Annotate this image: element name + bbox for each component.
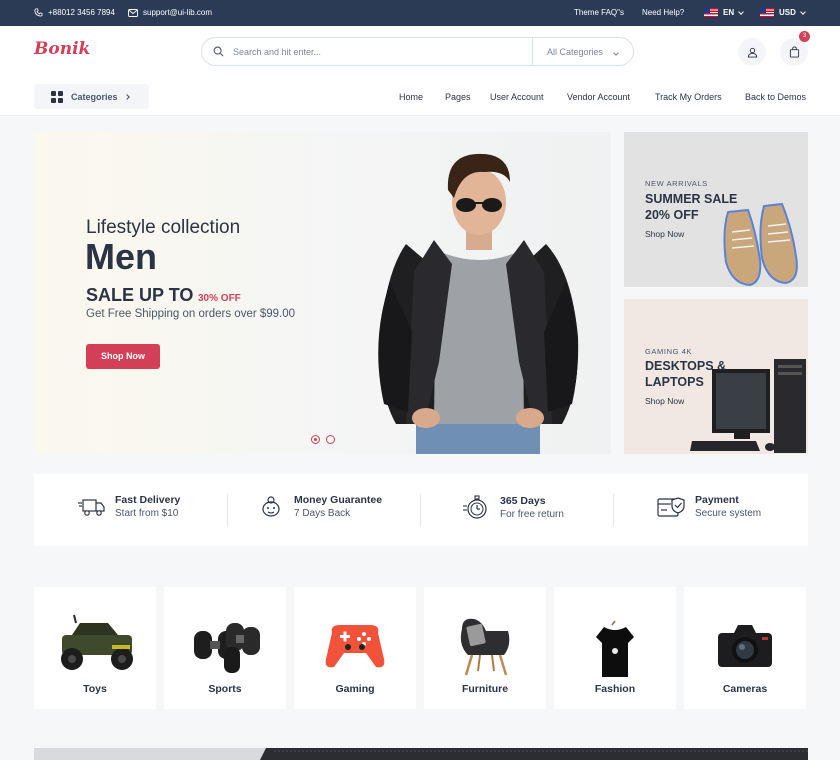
search-bar: All Categories [201,37,634,66]
categories-label: Categories [71,91,118,102]
category-card-cameras[interactable]: Cameras [684,587,806,709]
service-desc: Secure system [695,508,762,519]
nav-user-account[interactable]: User Account [490,92,544,102]
service-title: Payment [695,494,739,506]
divider [227,494,228,526]
hero-shipping-text: Get Free Shipping on orders over $99.00 [86,308,296,320]
chevron-down-icon [738,8,744,15]
hero-carousel: Lifestyle collection Men SALE UP TO 30% … [34,132,611,454]
category-label: Furniture [461,683,509,695]
phone-icon [34,8,43,17]
chevron-down-icon [800,8,806,15]
secure-payment-icon [657,496,685,517]
top-bar: +88012 3456 7894 support@ui-lib.com Them… [0,0,840,26]
categories-button[interactable]: Categories [34,84,149,109]
us-flag-icon [760,8,774,17]
need-help-link[interactable]: Need Help? [642,8,684,17]
camera-image [718,625,772,667]
toy-car-image [61,614,133,670]
banner-dark-panel [260,748,808,760]
user-icon [747,47,757,58]
nav-home[interactable]: Home [399,92,423,102]
promo-title: SUMMER SALE 20% OFF [645,192,738,222]
hero-sale-text: SALE UP TO [86,285,194,305]
cart-count-badge: 3 [799,31,810,42]
currency-label: USD [779,8,796,17]
service-title: Fast Delivery [115,494,181,506]
category-label: Toys [83,683,107,695]
chevron-right-icon [123,93,130,100]
promo-card-desktops[interactable]: GAMING 4K DESKTOPS & LAPTOPS Shop Now [624,299,808,454]
us-flag-icon [704,8,718,17]
service-desc: Start from $10 [115,508,179,519]
need-help-label: Need Help? [642,8,685,17]
language-label: EN [723,8,735,17]
shop-now-button[interactable]: Shop Now [86,344,160,369]
category-label: Gaming [335,683,375,695]
category-card-fashion[interactable]: Fashion [554,587,676,709]
promo-shop-now-link[interactable]: Shop Now [645,396,684,406]
promo-kicker: NEW ARRIVALS [645,179,708,188]
gamepad-image [325,625,385,668]
category-dropdown-label: All Categories [547,47,604,57]
promo-card-summer-sale[interactable]: NEW ARRIVALS SUMMER SALE 20% OFF Shop No… [624,132,808,287]
promo-shop-now-link[interactable]: Shop Now [645,229,684,239]
service-title: 365 Days [500,494,546,507]
search-input[interactable] [233,45,513,59]
divider [613,494,614,526]
header: Bonik All Categories 3 Categories Home P… [0,26,840,116]
service-money-guarantee: Money Guarantee 7 Days Back [260,494,382,519]
cart-button[interactable]: 3 [780,31,810,66]
phone-number: +88012 3456 7894 [48,8,115,17]
piggy-bank-icon [262,495,280,517]
hero-sale-percent: 30% OFF [198,293,241,304]
promo-kicker: GAMING 4K [645,347,693,356]
category-dropdown[interactable]: All Categories [532,38,634,65]
service-payment: Payment Secure system [657,494,761,519]
nav-pages[interactable]: Pages [445,92,471,102]
service-desc: 7 Days Back [294,508,351,519]
divider [420,494,421,526]
language-selector[interactable]: EN [704,8,744,17]
category-label: Sports [208,683,242,695]
service-fast-delivery: Fast Delivery Start from $10 [78,494,180,519]
bottom-banner [34,748,808,760]
theme-faq-label: Theme FAQ"s [574,8,624,17]
stopwatch-icon [463,495,487,519]
hero-title: Men [85,236,157,277]
mail-icon [128,8,138,17]
email-address: support@ui-lib.com [143,8,213,17]
email-contact[interactable]: support@ui-lib.com [128,8,212,17]
search-icon[interactable] [213,46,224,57]
carousel-dot-2[interactable] [326,435,335,444]
truck-icon [78,498,105,516]
category-card-furniture[interactable]: Furniture [424,587,546,709]
currency-selector[interactable]: USD [760,8,806,17]
service-desc: For free return [500,508,564,520]
dumbbells-image [194,623,260,673]
logo[interactable]: Bonik [34,39,90,59]
nav-vendor-account[interactable]: Vendor Account [567,92,630,102]
user-account-button[interactable] [738,38,766,66]
service-title: Money Guarantee [294,494,383,506]
services-bar: Fast Delivery Start from $10 Money Guara… [34,474,808,546]
grid-icon [51,90,63,103]
tshirt-image [596,620,634,677]
chair-image [460,618,510,676]
category-card-toys[interactable]: Toys [34,587,156,709]
category-label: Cameras [722,683,768,695]
category-card-gaming[interactable]: Gaming [294,587,416,709]
nav-back-to-demos[interactable]: Back to Demos [745,92,806,102]
carousel-dot-1[interactable] [311,435,320,444]
shopping-bag-icon [789,46,799,58]
chevron-down-icon [612,50,619,56]
phone-contact[interactable]: +88012 3456 7894 [34,8,115,17]
category-label: Fashion [594,683,636,695]
promo-title: DESKTOPS & LAPTOPS [645,359,727,389]
nav-track-orders[interactable]: Track My Orders [655,92,722,102]
service-365-days: 365 Days For free return [463,494,564,520]
theme-faq-link[interactable]: Theme FAQ"s [574,8,624,17]
category-card-sports[interactable]: Sports [164,587,286,709]
